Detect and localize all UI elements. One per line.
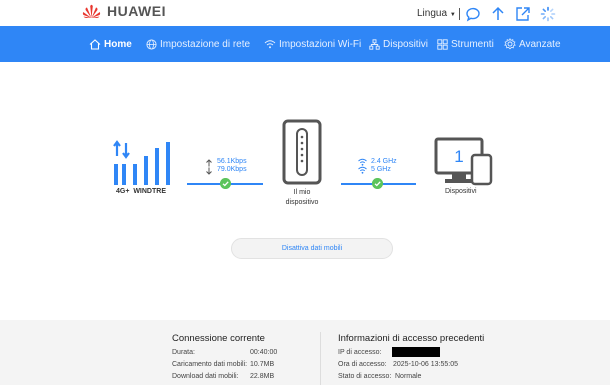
wifi-5-icon	[358, 166, 367, 174]
previous-access-title: Informazioni di accesso precedenti	[338, 333, 485, 344]
download-rate: 79.0Kbps	[217, 166, 247, 173]
signal-strength-icon	[113, 140, 170, 185]
language-label: Lingua	[417, 8, 448, 19]
nav-network-settings[interactable]: Impostazione di rete	[146, 26, 250, 62]
nav-advanced-label: Avanzate	[519, 38, 561, 50]
current-connection-title: Connessione corrente	[172, 333, 265, 344]
top-header: HUAWEI Lingua ▼	[0, 0, 610, 26]
tools-icon	[437, 38, 448, 50]
message-icon[interactable]	[465, 6, 481, 22]
nav-tools[interactable]: Strumenti	[437, 26, 494, 62]
nav-wifi-settings[interactable]: Impostazioni Wi-Fi	[264, 26, 361, 62]
huawei-flower-icon	[82, 4, 101, 18]
network-info: 4G+ WINDTRE	[116, 188, 166, 195]
upload-arrow-icon	[206, 159, 212, 167]
logout-icon[interactable]	[515, 6, 531, 22]
network-icon	[369, 38, 380, 50]
brand-name: HUAWEI	[107, 3, 166, 19]
router-icon	[282, 119, 322, 185]
header-divider	[459, 8, 460, 20]
band-24ghz: 2.4 GHz	[371, 158, 397, 165]
duration-value: 00:40:00	[250, 349, 278, 356]
globe-icon	[146, 38, 157, 50]
gear-icon	[504, 38, 516, 50]
redacted-ip	[392, 347, 440, 357]
nav-advanced[interactable]: Avanzate	[504, 26, 561, 62]
mobile-upload-value: 10.7MB	[250, 361, 275, 368]
upload-icon[interactable]	[490, 6, 506, 22]
nav-tools-label: Strumenti	[451, 38, 494, 50]
nav-network-settings-label: Impostazione di rete	[160, 38, 251, 50]
router-label-line1: Il mio	[293, 189, 311, 196]
language-selector[interactable]: Lingua ▼	[417, 8, 456, 19]
main-nav: Home Impostazione di rete Impostazioni W…	[0, 26, 610, 62]
lan-ok-icon	[372, 178, 383, 189]
disable-mobile-data-button[interactable]: Disattiva dati mobili	[231, 238, 393, 259]
footer-divider	[320, 332, 321, 385]
access-time-value: 2025-10-06 13:55:05	[393, 361, 458, 368]
nav-home-label: Home	[104, 38, 132, 50]
wifi-icon	[264, 40, 276, 49]
loading-icon	[540, 6, 556, 22]
access-ip-key: IP di accesso:	[338, 349, 382, 356]
devices-count: 1	[454, 147, 464, 166]
nav-devices[interactable]: Dispositivi	[369, 26, 428, 62]
devices-label: Dispositivi	[445, 188, 477, 195]
huawei-logo: HUAWEI	[82, 3, 166, 19]
band-5ghz: 5 GHz	[371, 166, 391, 173]
nav-devices-label: Dispositivi	[383, 38, 429, 50]
access-status-key: Stato di accesso:	[338, 373, 392, 380]
access-time-key: Ora di accesso:	[338, 361, 387, 368]
router-label: Il mio dispositivo	[270, 188, 334, 208]
home-icon	[89, 38, 101, 50]
wifi-24-icon	[358, 158, 367, 166]
info-footer	[0, 320, 610, 385]
carrier-name: WINDTRE	[133, 188, 166, 195]
wan-ok-icon	[220, 178, 231, 189]
nav-home[interactable]: Home	[89, 26, 132, 62]
download-arrow-icon	[206, 167, 212, 175]
nav-wifi-settings-label: Impostazioni Wi-Fi	[279, 38, 362, 50]
access-status-value: Normale	[395, 373, 422, 380]
upload-rate: 56.1Kbps	[217, 158, 247, 165]
duration-key: Durata:	[172, 349, 195, 356]
router-label-line2: dispositivo	[285, 199, 319, 206]
caret-down-icon: ▼	[449, 12, 456, 18]
mobile-upload-key: Caricamento dati mobili:	[172, 361, 248, 368]
mobile-download-value: 22.8MB	[250, 373, 275, 380]
mobile-download-key: Download dati mobili:	[172, 373, 239, 380]
network-type: 4G+	[116, 188, 130, 195]
